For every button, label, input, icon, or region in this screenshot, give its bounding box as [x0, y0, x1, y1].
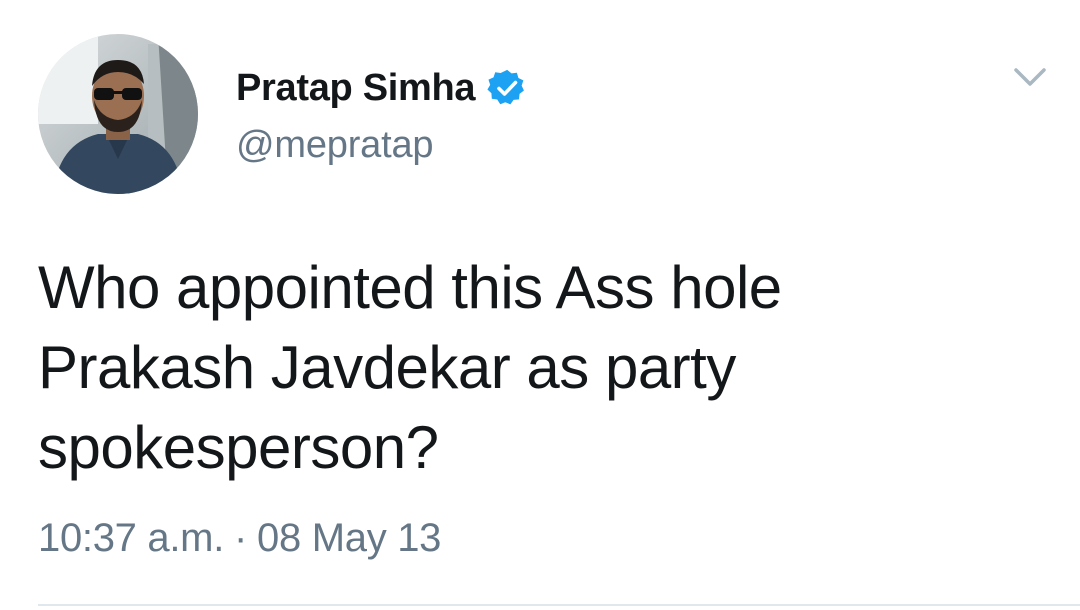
tweet-timestamp[interactable]: 10:37 a.m. · 08 May 13 [38, 516, 441, 561]
tweet-text-line: Prakash Javdekar as party [38, 334, 736, 401]
meta-separator: · [234, 516, 248, 560]
divider [38, 604, 1080, 606]
profile-photo [38, 34, 198, 194]
tweet-text-line: Who appointed this Ass hole [38, 254, 782, 321]
tweet-time: 10:37 a.m. [38, 516, 225, 560]
tweet-card: Pratap Simha @mepratap Who appointed thi… [0, 0, 1080, 610]
chevron-down-icon[interactable] [1008, 60, 1052, 96]
tweet-body: Who appointed this Ass hole Prakash Javd… [38, 248, 1038, 488]
author-handle[interactable]: @mepratap [236, 124, 434, 167]
verified-badge-icon [487, 68, 527, 108]
tweet-text-line: spokesperson? [38, 414, 439, 481]
author-display-name[interactable]: Pratap Simha [236, 67, 476, 110]
author-name-row[interactable]: Pratap Simha [236, 64, 527, 112]
author-avatar[interactable] [38, 34, 198, 194]
tweet-date: 08 May 13 [257, 516, 442, 560]
